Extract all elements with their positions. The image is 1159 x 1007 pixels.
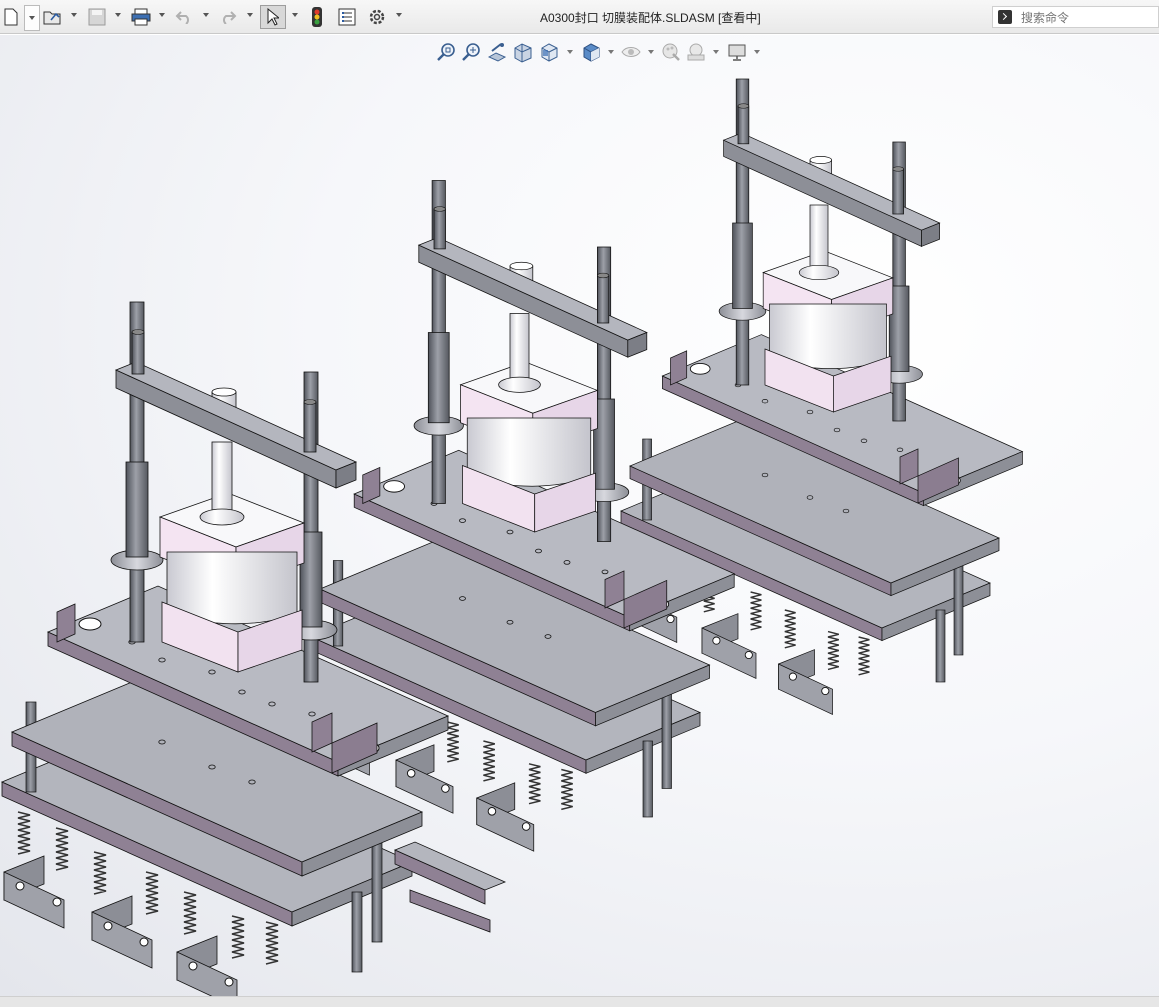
- save-icon[interactable]: [86, 5, 108, 29]
- press-station-right[interactable]: [621, 79, 1022, 714]
- redo-dropdown-icon[interactable]: [247, 13, 253, 17]
- search-input[interactable]: [1019, 9, 1158, 27]
- select-dropdown-icon[interactable]: [292, 13, 298, 17]
- command-prompt-icon: [998, 10, 1012, 24]
- properties-icon[interactable]: [336, 5, 358, 29]
- options-dropdown-icon[interactable]: [396, 13, 402, 17]
- gear-icon[interactable]: [366, 5, 388, 29]
- title-toolbar-bar: A0300封口 切膜装配体.SLDASM [查看中]: [0, 0, 1159, 34]
- undo-icon[interactable]: [174, 5, 194, 29]
- graphics-area[interactable]: [0, 35, 1159, 996]
- open-dropdown-icon[interactable]: [71, 13, 77, 17]
- status-bar: [0, 996, 1159, 1007]
- redo-icon[interactable]: [218, 5, 238, 29]
- traffic-light-icon[interactable]: [308, 5, 326, 29]
- open-folder-icon[interactable]: [42, 5, 64, 29]
- save-dropdown-icon[interactable]: [115, 13, 121, 17]
- undo-dropdown-icon[interactable]: [203, 13, 209, 17]
- assembly-model-view[interactable]: [0, 35, 1159, 996]
- print-dropdown-icon[interactable]: [159, 13, 165, 17]
- cursor-icon[interactable]: [260, 5, 286, 29]
- new-dropdown[interactable]: [24, 5, 40, 31]
- print-icon[interactable]: [130, 5, 152, 29]
- command-search-box[interactable]: [992, 6, 1159, 28]
- new-document-icon[interactable]: [2, 5, 20, 29]
- window-title: A0300封口 切膜装配体.SLDASM [查看中]: [540, 11, 761, 25]
